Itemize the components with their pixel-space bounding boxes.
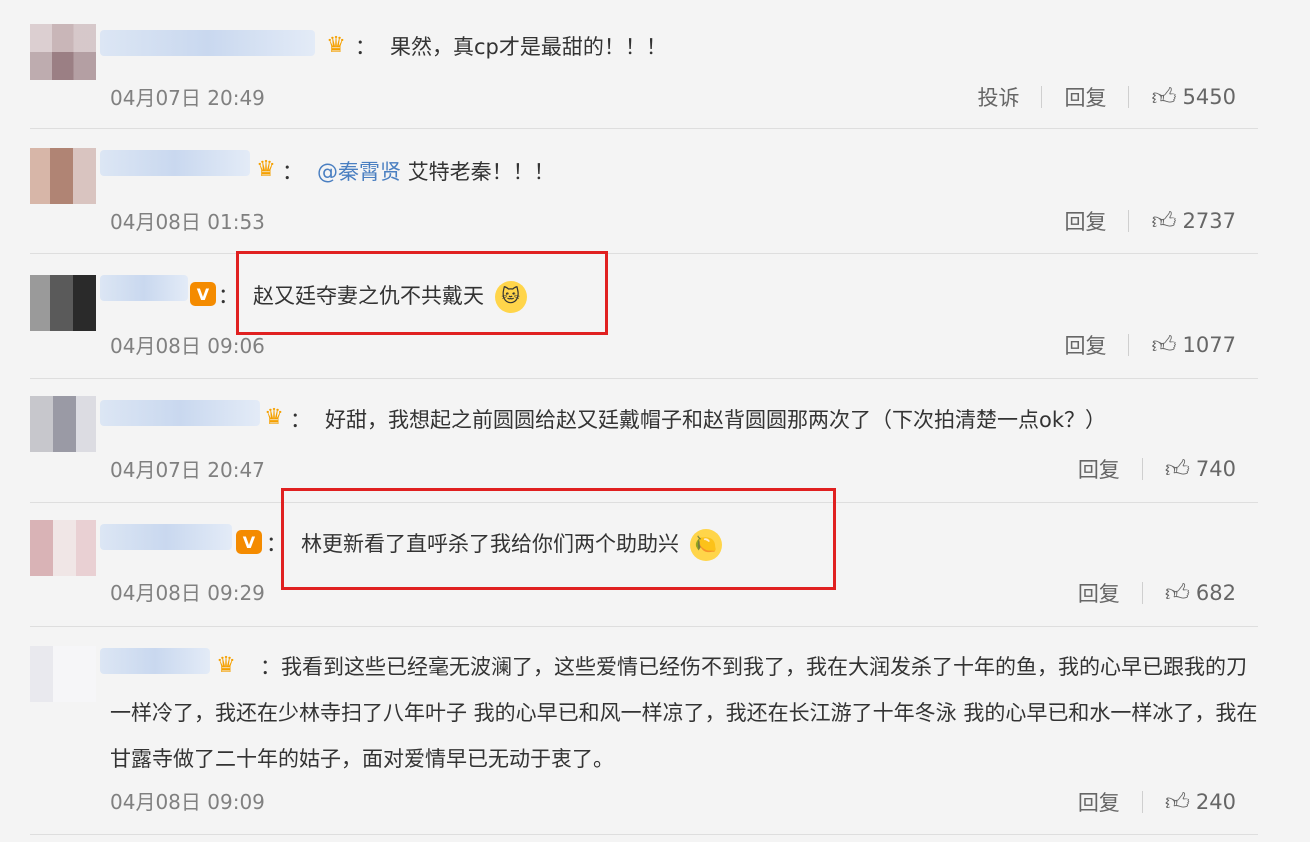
like-button[interactable]: 👍︎ 2737 bbox=[1151, 207, 1236, 236]
avatar[interactable] bbox=[30, 646, 96, 702]
like-count: 240 bbox=[1195, 790, 1236, 814]
verified-badge-icon: V bbox=[236, 530, 262, 554]
thumbs-up-icon: 👍︎ bbox=[1151, 330, 1177, 359]
action-divider bbox=[1141, 458, 1143, 480]
highlight-box bbox=[236, 251, 608, 335]
comment-date: 04月08日 09:06 bbox=[110, 334, 265, 358]
like-count: 2737 bbox=[1182, 209, 1236, 233]
like-button[interactable]: 👍︎ 682 bbox=[1165, 579, 1236, 608]
action-divider bbox=[1141, 582, 1143, 604]
crown-badge-icon: ♛ bbox=[256, 156, 276, 182]
reply-button[interactable]: 回复 bbox=[1064, 82, 1106, 112]
comment-text: ：好甜，我想起之前圆圆给赵又廷戴帽子和赵背圆圆那两次了（下次拍清楚一点ok？） bbox=[290, 408, 1107, 432]
thumbs-up-icon: 👍︎ bbox=[1164, 787, 1190, 816]
reply-button[interactable]: 回复 bbox=[1078, 787, 1120, 817]
mention-link[interactable]: @秦霄贤 bbox=[317, 160, 401, 184]
highlight-box bbox=[281, 488, 836, 590]
divider bbox=[30, 378, 1258, 379]
avatar[interactable] bbox=[30, 148, 96, 204]
thumbs-up-icon: 👍︎ bbox=[1164, 454, 1190, 483]
report-button[interactable]: 投诉 bbox=[977, 82, 1019, 112]
reply-button[interactable]: 回复 bbox=[1064, 330, 1106, 360]
thumbs-up-icon: 👍︎ bbox=[1164, 578, 1190, 607]
action-divider bbox=[1141, 791, 1143, 813]
comment-text: ：果然，真cp才是最甜的！！！ bbox=[355, 35, 667, 59]
reply-button[interactable]: 回复 bbox=[1078, 454, 1120, 484]
avatar[interactable] bbox=[30, 520, 96, 576]
like-button[interactable]: 👍︎ 240 bbox=[1165, 788, 1236, 817]
like-button[interactable]: 👍︎ 740 bbox=[1165, 455, 1236, 484]
comment-actions: 回复 👍︎ 240 bbox=[1078, 787, 1236, 817]
reply-button[interactable]: 回复 bbox=[1064, 206, 1106, 236]
comment-date: 04月08日 09:29 bbox=[110, 581, 265, 605]
avatar[interactable] bbox=[30, 275, 96, 331]
comment-date: 04月08日 09:09 bbox=[110, 790, 265, 814]
username-blurred[interactable] bbox=[100, 30, 315, 56]
avatar[interactable] bbox=[30, 24, 96, 80]
like-count: 1077 bbox=[1182, 333, 1236, 357]
reply-button[interactable]: 回复 bbox=[1078, 578, 1120, 608]
comment-text: ： @秦霄贤 艾特老秦！！！ bbox=[282, 160, 555, 184]
username-blurred[interactable] bbox=[100, 400, 260, 426]
crown-badge-icon: ♛ bbox=[326, 32, 346, 58]
like-count: 682 bbox=[1195, 581, 1236, 605]
comment-date: 04月08日 01:53 bbox=[110, 210, 265, 234]
like-button[interactable]: 👍︎ 5450 bbox=[1151, 83, 1236, 112]
like-count: 740 bbox=[1195, 457, 1236, 481]
divider bbox=[30, 626, 1258, 627]
comment-actions: 回复 👍︎ 682 bbox=[1078, 578, 1236, 608]
divider bbox=[30, 834, 1258, 835]
comment-date: 04月07日 20:47 bbox=[110, 458, 265, 482]
comment-actions: 投诉 回复 👍︎ 5450 bbox=[977, 82, 1236, 112]
verified-badge-icon: V bbox=[190, 282, 216, 306]
action-divider bbox=[1128, 334, 1130, 356]
comment-actions: 回复 👍︎ 1077 bbox=[1064, 330, 1236, 360]
comment-text: ：我看到这些已经毫无波澜了，这些爱情已经伤不到我了，我在大润发杀了十年的鱼，我的… bbox=[110, 655, 1258, 771]
action-divider bbox=[1041, 86, 1043, 108]
comment-date: 04月07日 20:49 bbox=[110, 86, 265, 110]
username-blurred[interactable] bbox=[100, 150, 250, 176]
thumbs-up-icon: 👍︎ bbox=[1151, 82, 1177, 111]
action-divider bbox=[1128, 210, 1130, 232]
username-blurred[interactable] bbox=[100, 524, 232, 550]
like-button[interactable]: 👍︎ 1077 bbox=[1151, 331, 1236, 360]
avatar[interactable] bbox=[30, 396, 96, 452]
thumbs-up-icon: 👍︎ bbox=[1151, 206, 1177, 235]
comment-actions: 回复 👍︎ 2737 bbox=[1064, 206, 1236, 236]
action-divider bbox=[1128, 86, 1130, 108]
like-count: 5450 bbox=[1182, 85, 1236, 109]
divider bbox=[30, 128, 1258, 129]
comment-actions: 回复 👍︎ 740 bbox=[1078, 454, 1236, 484]
username-blurred[interactable] bbox=[100, 275, 188, 301]
crown-badge-icon: ♛ bbox=[264, 404, 284, 430]
divider bbox=[30, 253, 1258, 254]
